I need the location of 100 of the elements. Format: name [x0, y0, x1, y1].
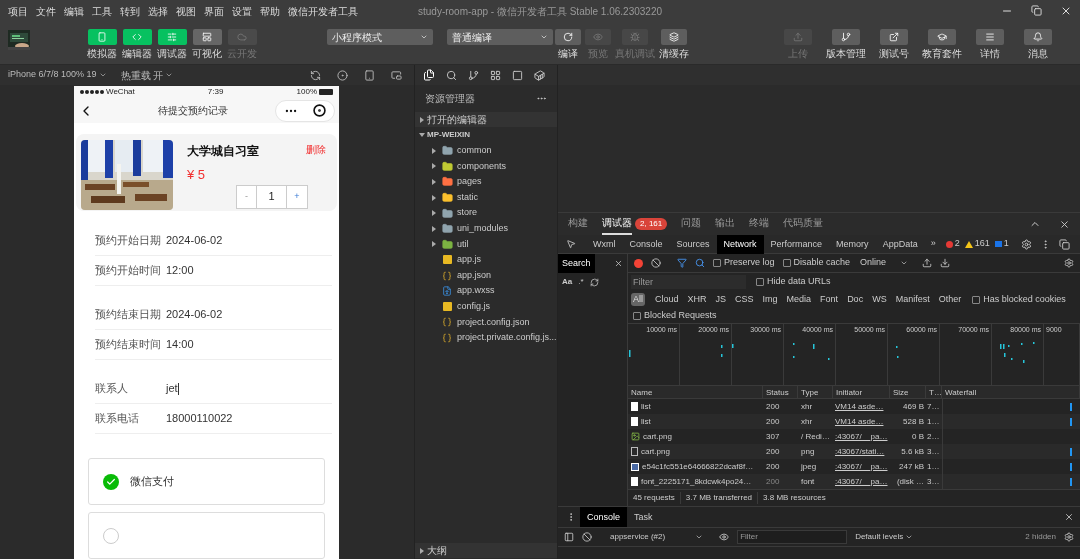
extensions-icon[interactable] — [490, 69, 501, 81]
section-header[interactable]: 打开的编辑器 — [415, 112, 557, 127]
picker-value[interactable]: 12:00 — [166, 262, 194, 279]
checkbox[interactable] — [756, 278, 764, 286]
menu-item[interactable]: 文件 — [36, 3, 56, 19]
compile-button[interactable] — [555, 29, 581, 45]
throttling-select[interactable]: Online — [860, 256, 909, 270]
type-filter[interactable]: WS — [870, 292, 889, 307]
compile-select[interactable]: 普通编译 — [447, 29, 553, 45]
folder-item[interactable]: util — [415, 236, 557, 253]
type-filter[interactable]: Doc — [845, 292, 866, 307]
type-filter[interactable]: JS — [713, 292, 729, 307]
dock-icon[interactable] — [1058, 238, 1070, 250]
filter-icon[interactable] — [677, 258, 687, 268]
type-filter[interactable]: Manifest — [893, 292, 932, 307]
picker-value[interactable]: 14:00 — [166, 336, 194, 353]
type-filter[interactable]: Other — [936, 292, 964, 307]
levels-select[interactable]: Default levels — [855, 531, 914, 543]
menu-item[interactable]: 设置 — [232, 3, 252, 19]
devtools-tab[interactable]: AppData — [875, 234, 925, 254]
checkbox[interactable] — [972, 295, 981, 304]
sidebar-icon[interactable] — [564, 532, 574, 542]
messages-button[interactable] — [1024, 29, 1052, 45]
test-button[interactable] — [880, 29, 908, 45]
folder-item[interactable]: common — [415, 143, 557, 159]
restore-icon[interactable] — [1031, 5, 1042, 16]
drawer-tab[interactable]: Task — [627, 506, 660, 528]
devtools-tab[interactable]: Sources — [669, 234, 717, 254]
import-icon[interactable] — [922, 258, 933, 268]
initiator-link[interactable]: :43067/__pa… — [833, 429, 890, 444]
type-filter[interactable]: All — [631, 292, 645, 307]
debugger-button[interactable] — [157, 29, 187, 45]
phone-icon[interactable] — [364, 69, 375, 81]
file-item[interactable]: app.wxss — [415, 283, 557, 299]
panel-tab[interactable]: 问题 — [681, 213, 702, 235]
file-item[interactable]: project.config.json — [415, 314, 557, 331]
file-item[interactable]: project.private.config.js... — [415, 330, 557, 346]
menu-item[interactable]: 选择 — [148, 3, 168, 19]
menu-item[interactable]: 编辑 — [64, 3, 84, 19]
menu-item[interactable]: 工具 — [92, 3, 112, 19]
context-select[interactable]: appservice (#2) — [610, 531, 704, 543]
branch-icon[interactable] — [468, 69, 479, 81]
devtools-tab[interactable]: Console — [622, 234, 670, 254]
checkbox[interactable] — [633, 311, 641, 320]
version-button[interactable] — [832, 29, 860, 45]
visual-button[interactable] — [192, 29, 222, 45]
device-select[interactable]: iPhone 6/7/8 100% 19 — [8, 68, 107, 82]
menu-item[interactable]: 项目 — [8, 3, 28, 19]
type-filter[interactable]: CSS — [733, 292, 756, 307]
match-case-toggle[interactable]: Aa — [562, 276, 573, 288]
type-filter[interactable]: XHR — [685, 292, 709, 307]
search-tab[interactable]: Search — [558, 254, 595, 273]
checkbox[interactable] — [713, 259, 721, 267]
settings-icon[interactable] — [1064, 258, 1074, 268]
payment-option[interactable]: 微信支付 — [88, 458, 325, 505]
checkbox[interactable] — [782, 259, 791, 267]
eye-icon[interactable] — [719, 532, 730, 542]
regex-toggle[interactable]: .* — [578, 276, 584, 288]
panel-tab[interactable]: 终端 — [749, 213, 770, 235]
close-icon[interactable] — [614, 259, 623, 268]
editor-button[interactable] — [122, 29, 152, 45]
files-icon[interactable] — [423, 69, 435, 81]
record-icon[interactable] — [634, 258, 643, 268]
file-item[interactable]: config.js — [415, 298, 557, 315]
section-header[interactable]: MP-WEIXIN — [415, 127, 557, 143]
mode-select[interactable]: 小程序模式 — [327, 29, 433, 45]
simulator-button[interactable] — [87, 29, 117, 45]
container-icon[interactable] — [534, 69, 545, 81]
folder-item[interactable]: store — [415, 205, 557, 221]
folder-item[interactable]: static — [415, 189, 557, 206]
export-icon[interactable] — [940, 258, 951, 268]
hot-reload-select[interactable]: 热重载 开 — [120, 67, 174, 83]
picker-value[interactable]: 2024-06-02 — [166, 232, 223, 249]
close-icon[interactable] — [1060, 5, 1072, 17]
drawer-tab[interactable]: Console — [580, 506, 628, 528]
clear-icon[interactable] — [651, 258, 661, 268]
details-button[interactable] — [976, 29, 1004, 45]
education-button[interactable] — [928, 29, 956, 45]
folder-item[interactable]: pages — [415, 174, 557, 190]
rotate-icon[interactable] — [310, 69, 321, 81]
type-filter[interactable]: Cloud — [653, 292, 681, 307]
settings-icon[interactable] — [1020, 238, 1032, 250]
panel-tab[interactable]: 输出 — [715, 213, 736, 235]
close-icon[interactable] — [1059, 218, 1070, 230]
close-icon[interactable] — [1064, 512, 1074, 522]
picker-value[interactable]: 2024-06-02 — [166, 306, 223, 323]
initiator-link[interactable]: :43067/__pa… — [833, 459, 890, 474]
windows-icon[interactable] — [391, 69, 402, 81]
folder-item[interactable]: components — [415, 158, 557, 175]
menu-item[interactable]: 帮助 — [260, 3, 280, 19]
text-field[interactable]: 18000110022 — [166, 410, 233, 427]
initiator-link[interactable]: :43067/__pa… — [833, 474, 890, 489]
close-mini-program-icon[interactable] — [313, 104, 327, 118]
filter-field[interactable]: Filter — [737, 530, 848, 544]
increment-button[interactable]: + — [287, 185, 307, 208]
delete-link[interactable]: 删除 — [306, 141, 326, 157]
initiator-link[interactable]: :43067/stati… — [833, 444, 890, 459]
capsule-menu[interactable] — [275, 99, 335, 122]
devtools-tab[interactable]: Wxml — [586, 234, 623, 254]
menu-item[interactable]: 界面 — [204, 3, 224, 19]
